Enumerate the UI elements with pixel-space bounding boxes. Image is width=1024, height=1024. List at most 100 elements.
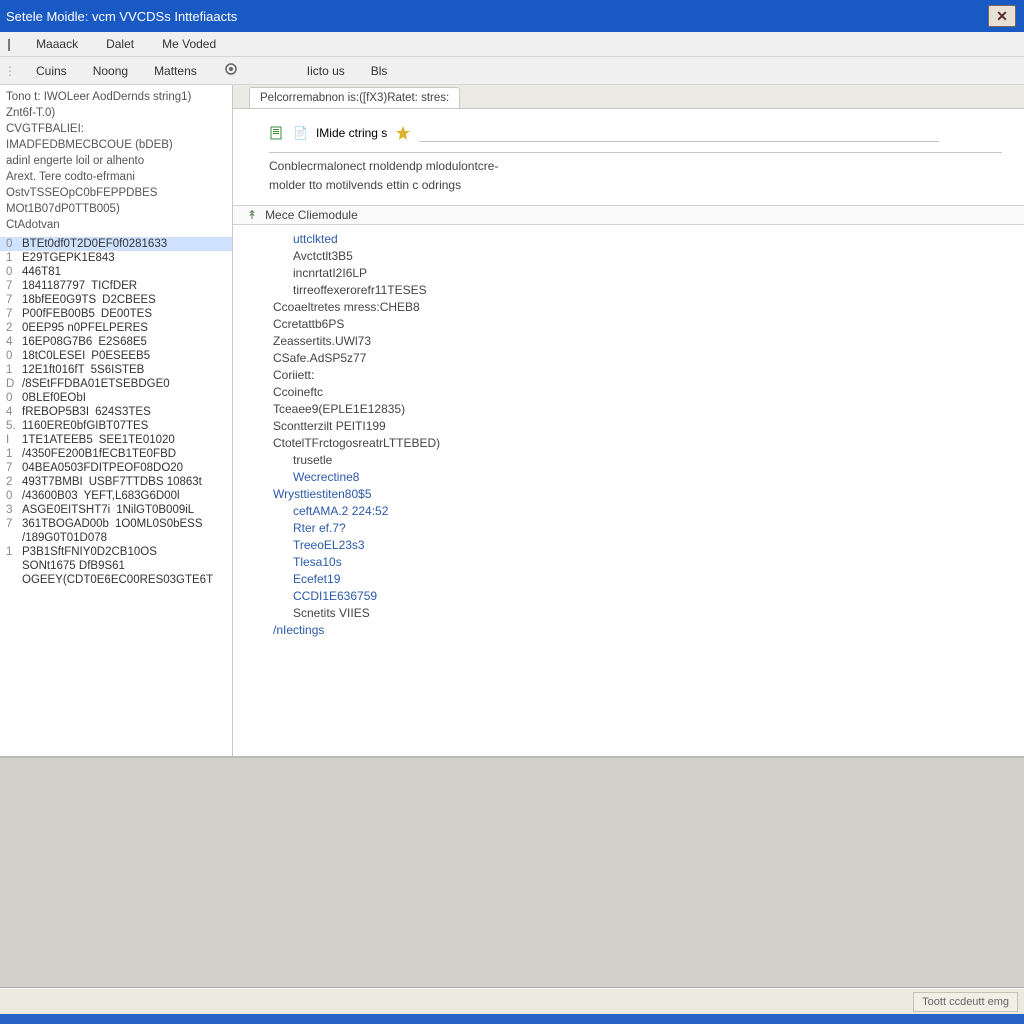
module-row[interactable]: 3ASGE0EITSHT7i1NilGT0B009iL bbox=[0, 503, 232, 517]
star-icon bbox=[395, 125, 411, 141]
module-row[interactable]: OGEEY(CDT0E6EC00RES03GTE6T bbox=[0, 573, 232, 587]
row-code: SONt1675 DfB9S61 bbox=[22, 560, 125, 572]
row-desc: SEE1TE01020 bbox=[99, 434, 175, 446]
module-row[interactable]: 4fREBOP5B3I624S3TES bbox=[0, 405, 232, 419]
app-window: Setele Moidle: vcm VVCDSs Inttefiaacts ✕… bbox=[0, 0, 1024, 1024]
module-row[interactable]: 7 1841187797 TICfDER bbox=[0, 279, 232, 293]
toolbar-item-2[interactable]: Mattens bbox=[148, 61, 203, 81]
row-index: 2 bbox=[6, 322, 16, 334]
row-index: 5. bbox=[6, 420, 16, 432]
row-index: 0 bbox=[6, 238, 16, 250]
row-desc: P0ESEEB5 bbox=[91, 350, 150, 362]
detail-label: Coriiett: bbox=[273, 367, 1024, 384]
toolbar-item-0[interactable]: Cuins bbox=[30, 61, 73, 81]
menu-icon: ❙ bbox=[4, 37, 14, 51]
row-index: 0 bbox=[6, 266, 16, 278]
row-desc: 1NilGT0B009iL bbox=[116, 504, 194, 516]
close-button[interactable]: ✕ bbox=[988, 5, 1016, 27]
lower-pane bbox=[0, 757, 1024, 988]
left-header-line: CtAdotvan bbox=[6, 217, 226, 233]
detail-link[interactable]: TreeoEL23s3 bbox=[273, 537, 1024, 554]
module-row[interactable]: /189G0T01D078 bbox=[0, 531, 232, 545]
row-code: 1TE1ATEEB5 bbox=[22, 434, 93, 446]
module-row[interactable]: 718bfEE0G9TSD2CBEES bbox=[0, 293, 232, 307]
row-code: 493T7BMBI bbox=[22, 476, 83, 488]
row-code: /189G0T01D078 bbox=[22, 532, 107, 544]
module-row[interactable]: 0/43600B03YEFT,L683G6D00l bbox=[0, 489, 232, 503]
module-row[interactable]: 7361TBOGAD00b1O0ML0S0bESS bbox=[0, 517, 232, 531]
detail-link[interactable]: ceftAMA.2 224:52 bbox=[273, 503, 1024, 520]
detail-link[interactable]: Wrysttiestiten80$5 bbox=[273, 486, 1024, 503]
menubar: ❙ Maaack Dalet Me Voded bbox=[0, 32, 1024, 57]
module-row[interactable]: SONt1675 DfB9S61 bbox=[0, 559, 232, 573]
row-index: 7 bbox=[6, 280, 16, 292]
left-header-line: MOt1B07dP0TTB005) bbox=[6, 201, 226, 217]
row-desc: TICfDER bbox=[91, 280, 137, 292]
detail-label: Ccretattb6PS bbox=[273, 316, 1024, 333]
left-header: Tono t: IWOLeer AodDernds string1)Znt6f-… bbox=[0, 85, 232, 237]
detail-link[interactable]: uttclkted bbox=[273, 231, 1024, 248]
row-index: 7 bbox=[6, 518, 16, 530]
row-code: 04BEA0503FDITPEOF08DO20 bbox=[22, 462, 183, 474]
divider bbox=[269, 152, 1002, 153]
detail-label: Avctctlt3B5 bbox=[273, 248, 1024, 265]
sheet-icon bbox=[269, 125, 285, 141]
detail-link[interactable]: /nIectings bbox=[273, 622, 1024, 639]
module-row[interactable]: 7P00fFEB00B5DE00TES bbox=[0, 307, 232, 321]
module-row[interactable]: 1P3B1SftFNIY0D2CB10OS bbox=[0, 545, 232, 559]
close-icon: ✕ bbox=[996, 8, 1008, 25]
row-index: 7 bbox=[6, 294, 16, 306]
module-row[interactable]: D/8SEtFFDBA01ETSEBDGE0 bbox=[0, 377, 232, 391]
desc-line: molder tto motilvends ettin c odrings bbox=[269, 176, 1002, 195]
row-code: 0EEP95 n0PFELPERES bbox=[22, 322, 148, 334]
menu-item-0[interactable]: Maaack bbox=[30, 34, 84, 54]
toolbar-item-3[interactable]: Iicto us bbox=[301, 61, 351, 81]
detail-link[interactable]: Ecefet19 bbox=[273, 571, 1024, 588]
row-code: /43600B03 bbox=[22, 490, 78, 502]
row-index: D bbox=[6, 378, 16, 390]
module-row[interactable]: 2 0EEP95 n0PFELPERES bbox=[0, 321, 232, 335]
detail-label: tirreoffexerorefr11TESES bbox=[273, 282, 1024, 299]
module-row[interactable]: 018tC0LESEIP0ESEEB5 bbox=[0, 349, 232, 363]
info-block: 📄 IMide ctring s Conblecrmalonect rnolde… bbox=[233, 109, 1024, 205]
content-area: Tono t: IWOLeer AodDernds string1)Znt6f-… bbox=[0, 85, 1024, 757]
menu-item-2[interactable]: Me Voded bbox=[156, 34, 222, 54]
detail-label: Zeassertits.UWl73 bbox=[273, 333, 1024, 350]
details-subheader[interactable]: ↟ Mece Cliemodule bbox=[233, 205, 1024, 225]
row-code: 1841187797 bbox=[22, 280, 85, 292]
detail-label: Scontterzilt PEITI199 bbox=[273, 418, 1024, 435]
taskbar-strip bbox=[0, 1014, 1024, 1024]
module-row[interactable]: 0 446T81 bbox=[0, 265, 232, 279]
detail-link[interactable]: CCDI1E636759 bbox=[273, 588, 1024, 605]
module-row[interactable]: 5.1160ERE0bfGIBT07TES bbox=[0, 419, 232, 433]
menu-item-1[interactable]: Dalet bbox=[100, 34, 140, 54]
row-code: BTEt0df0T2D0EF0f0281633 bbox=[22, 238, 167, 250]
module-list[interactable]: 0BTEt0df0T2D0EF0f02816331E29TGEPK1E84304… bbox=[0, 237, 232, 756]
toolbar-item-4[interactable]: Bls bbox=[365, 61, 394, 81]
toolbar-item-1[interactable]: Noong bbox=[87, 61, 134, 81]
module-row[interactable]: 0 BTEt0df0T2D0EF0f0281633 bbox=[0, 237, 232, 251]
module-row[interactable]: 2493T7BMBIUSBF7TTDBS 10863t bbox=[0, 475, 232, 489]
coding-input[interactable] bbox=[419, 123, 939, 142]
module-row[interactable]: 0 0BLEf0EObI bbox=[0, 391, 232, 405]
detail-link[interactable]: Wecrectine8 bbox=[273, 469, 1024, 486]
detail-link[interactable]: Tlesa10s bbox=[273, 554, 1024, 571]
row-code: 446T81 bbox=[22, 266, 61, 278]
row-index: 0 bbox=[6, 392, 16, 404]
module-row[interactable]: 416EP08G7B6E2S68E5 bbox=[0, 335, 232, 349]
module-row[interactable]: I1TE1ATEEB5SEE1TE01020 bbox=[0, 433, 232, 447]
row-code: OGEEY(CDT0E6EC00RES03GTE6T bbox=[22, 574, 213, 586]
row-index bbox=[6, 532, 16, 544]
row-code: E29TGEPK1E843 bbox=[22, 252, 115, 264]
module-row[interactable]: 7 04BEA0503FDITPEOF08DO20 bbox=[0, 461, 232, 475]
row-desc: 5S6ISTEB bbox=[91, 364, 145, 376]
row-index: 7 bbox=[6, 462, 16, 474]
module-row[interactable]: 112E1ft016fT5S6ISTEB bbox=[0, 363, 232, 377]
row-code: 0BLEf0EObI bbox=[22, 392, 86, 404]
row-code: P00fFEB00B5 bbox=[22, 308, 95, 320]
toolbar-item-icon[interactable] bbox=[217, 58, 245, 83]
detail-link[interactable]: Rter ef.7? bbox=[273, 520, 1024, 537]
module-row[interactable]: 1E29TGEPK1E843 bbox=[0, 251, 232, 265]
module-row[interactable]: 1/4350FE200B1fECB1TE0FBD bbox=[0, 447, 232, 461]
tab-main[interactable]: Pelcorremabnon is:([fX3)Ratet: stres: bbox=[249, 87, 460, 108]
